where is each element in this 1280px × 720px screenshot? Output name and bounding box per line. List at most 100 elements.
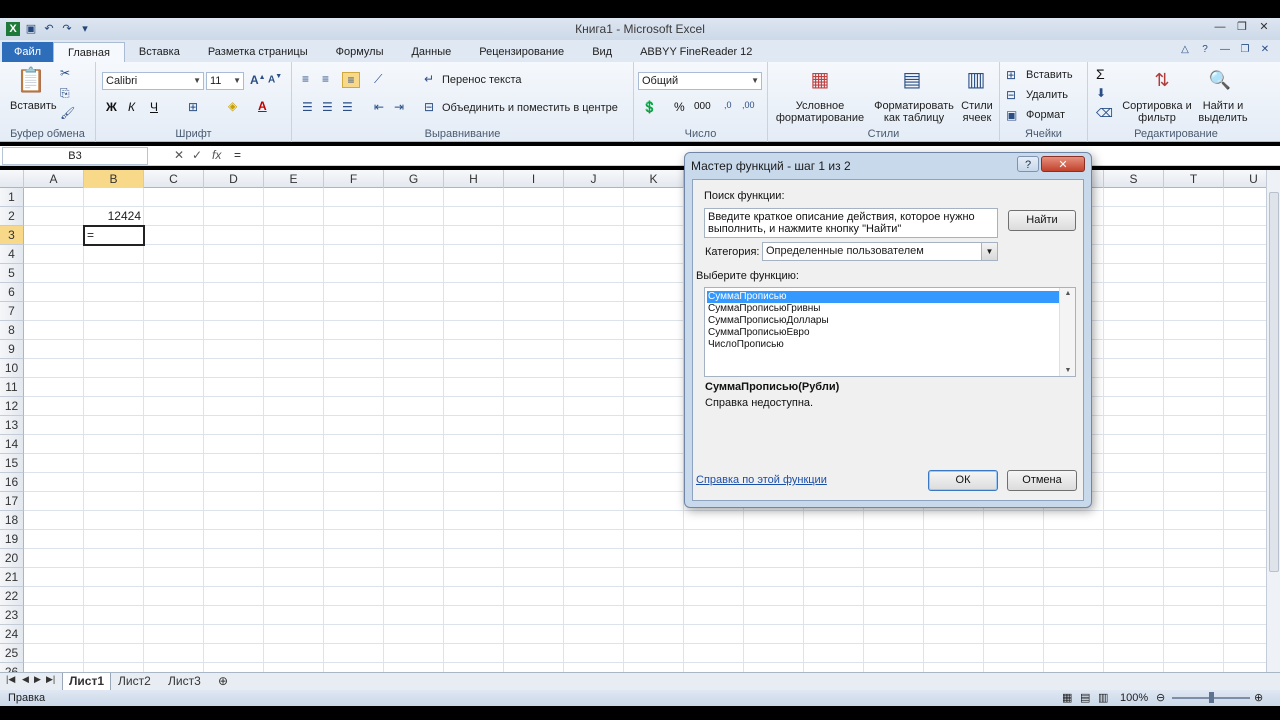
zoom-level[interactable]: 100% [1120, 692, 1148, 704]
column-header-j[interactable]: J [564, 170, 624, 188]
find-select-icon[interactable]: 🔍 [1206, 66, 1234, 94]
increase-decimal-icon[interactable]: ,0 [724, 100, 732, 110]
list-item[interactable]: СуммаПрописьюЕвро [707, 327, 1059, 339]
column-header-g[interactable]: G [384, 170, 444, 188]
page-break-view-icon[interactable]: ▥ [1098, 691, 1108, 704]
align-center-icon[interactable]: ☰ [322, 100, 333, 114]
cancel-formula-icon[interactable]: ✕ [174, 148, 184, 162]
formula-input[interactable]: = [234, 148, 241, 162]
column-header-i[interactable]: I [504, 170, 564, 188]
function-list[interactable]: СуммаПрописью СуммаПрописьюГривны СуммаП… [704, 287, 1076, 377]
help-icon[interactable]: ? [1198, 43, 1212, 57]
normal-view-icon[interactable]: ▦ [1062, 691, 1072, 704]
row-header-14[interactable]: 14 [0, 435, 24, 454]
copy-icon[interactable]: ⎘ [60, 86, 70, 101]
new-sheet-icon[interactable]: ⊕ [212, 673, 234, 690]
paste-icon[interactable]: 📋 [14, 66, 48, 96]
function-search-input[interactable]: Введите краткое описание действия, котор… [704, 208, 998, 238]
tab-review[interactable]: Рецензирование [465, 42, 578, 62]
column-header-t[interactable]: T [1164, 170, 1224, 188]
merge-center-icon[interactable]: ⊟ [424, 100, 434, 114]
sort-filter-icon[interactable]: ⇅ [1148, 66, 1176, 94]
insert-function-icon[interactable]: fx [212, 148, 221, 162]
row-header-26[interactable]: 26 [0, 663, 24, 672]
row-header-10[interactable]: 10 [0, 359, 24, 378]
first-sheet-icon[interactable]: |◀ [6, 674, 15, 685]
align-right-icon[interactable]: ☰ [342, 100, 353, 114]
underline-button[interactable]: Ч [150, 100, 158, 114]
column-header-h[interactable]: H [444, 170, 504, 188]
insert-cells-button[interactable]: Вставить [1026, 69, 1073, 81]
row-header-5[interactable]: 5 [0, 264, 24, 283]
tab-formulas[interactable]: Формулы [322, 42, 398, 62]
merge-center-button[interactable]: Объединить и поместить в центре [442, 102, 618, 114]
row-header-21[interactable]: 21 [0, 568, 24, 587]
tab-view[interactable]: Вид [578, 42, 626, 62]
customize-qat-icon[interactable]: ▾ [78, 22, 92, 36]
list-item[interactable]: СуммаПрописью [707, 291, 1059, 303]
vertical-scroll-thumb[interactable] [1269, 192, 1279, 572]
restore-icon[interactable]: ❐ [1234, 20, 1250, 34]
autosum-icon[interactable]: Σ [1096, 66, 1105, 82]
cell-b2[interactable]: 12424 [84, 207, 144, 226]
align-top-icon[interactable]: ≡ [302, 72, 309, 86]
minimize-icon[interactable]: — [1212, 20, 1228, 34]
bold-button[interactable]: Ж [106, 100, 117, 114]
tab-abbyy[interactable]: ABBYY FineReader 12 [626, 42, 766, 62]
column-header-f[interactable]: F [324, 170, 384, 188]
vertical-scrollbar[interactable] [1266, 170, 1280, 672]
row-header-9[interactable]: 9 [0, 340, 24, 359]
undo-icon[interactable]: ↶ [42, 22, 56, 36]
number-format-combo[interactable]: Общий ▼ [638, 72, 762, 90]
sheet-tab-3[interactable]: Лист3 [162, 673, 207, 690]
row-header-24[interactable]: 24 [0, 625, 24, 644]
align-middle-icon[interactable]: ≡ [322, 72, 329, 86]
sheet-tab-2[interactable]: Лист2 [112, 673, 157, 690]
align-bottom-icon[interactable]: ≡ [342, 72, 360, 88]
increase-indent-icon[interactable]: ⇥ [394, 100, 404, 114]
scroll-up-icon[interactable]: ▲ [1060, 290, 1076, 297]
decrease-font-icon[interactable]: A▼ [268, 73, 282, 85]
delete-cells-icon[interactable]: ⊟ [1006, 88, 1016, 102]
fill-color-icon[interactable]: ◈ [228, 99, 237, 113]
insert-cells-icon[interactable]: ⊞ [1006, 68, 1016, 82]
column-header-c[interactable]: C [144, 170, 204, 188]
sort-filter-button[interactable]: Сортировка и фильтр [1122, 100, 1192, 124]
row-header-2[interactable]: 2 [0, 207, 24, 226]
tab-file[interactable]: Файл [2, 42, 54, 62]
row-header-16[interactable]: 16 [0, 473, 24, 492]
decrease-indent-icon[interactable]: ⇤ [374, 100, 384, 114]
doc-restore-icon[interactable]: ❐ [1238, 43, 1252, 57]
font-color-icon[interactable]: A [258, 99, 267, 113]
format-cells-icon[interactable]: ▣ [1006, 108, 1017, 122]
format-cells-button[interactable]: Формат [1026, 109, 1065, 121]
row-header-4[interactable]: 4 [0, 245, 24, 264]
cut-icon[interactable]: ✂ [60, 66, 70, 80]
clear-icon[interactable]: ⌫ [1096, 106, 1113, 120]
close-icon[interactable]: ✕ [1256, 20, 1272, 34]
sheet-tab-1[interactable]: Лист1 [62, 673, 112, 690]
function-list-scrollbar[interactable]: ▲ ▼ [1059, 288, 1075, 376]
select-all-corner[interactable] [0, 170, 24, 188]
tab-home[interactable]: Главная [53, 42, 125, 62]
category-select[interactable]: Определенные пользователем ▼ [762, 242, 998, 261]
column-header-a[interactable]: A [24, 170, 84, 188]
row-header-8[interactable]: 8 [0, 321, 24, 340]
zoom-out-icon[interactable]: ⊖ [1156, 691, 1165, 704]
function-help-link[interactable]: Справка по этой функции [696, 474, 827, 486]
dialog-close-button[interactable]: ✕ [1041, 156, 1085, 172]
increase-font-icon[interactable]: A▲ [250, 73, 266, 87]
column-header-b[interactable]: B [84, 170, 144, 188]
find-select-button[interactable]: Найти и выделить [1192, 100, 1254, 124]
zoom-slider-thumb[interactable] [1209, 692, 1214, 703]
format-as-table-button[interactable]: Форматировать как таблицу [870, 100, 958, 124]
row-header-19[interactable]: 19 [0, 530, 24, 549]
format-painter-icon[interactable]: 🖌 [60, 106, 75, 120]
save-icon[interactable]: ▣ [24, 22, 38, 36]
font-size-combo[interactable]: 11 ▼ [206, 72, 244, 90]
tab-data[interactable]: Данные [397, 42, 465, 62]
row-header-12[interactable]: 12 [0, 397, 24, 416]
row-header-11[interactable]: 11 [0, 378, 24, 397]
conditional-format-button[interactable]: Условное форматирование [772, 100, 868, 124]
fill-icon[interactable]: ⬇ [1096, 86, 1106, 100]
